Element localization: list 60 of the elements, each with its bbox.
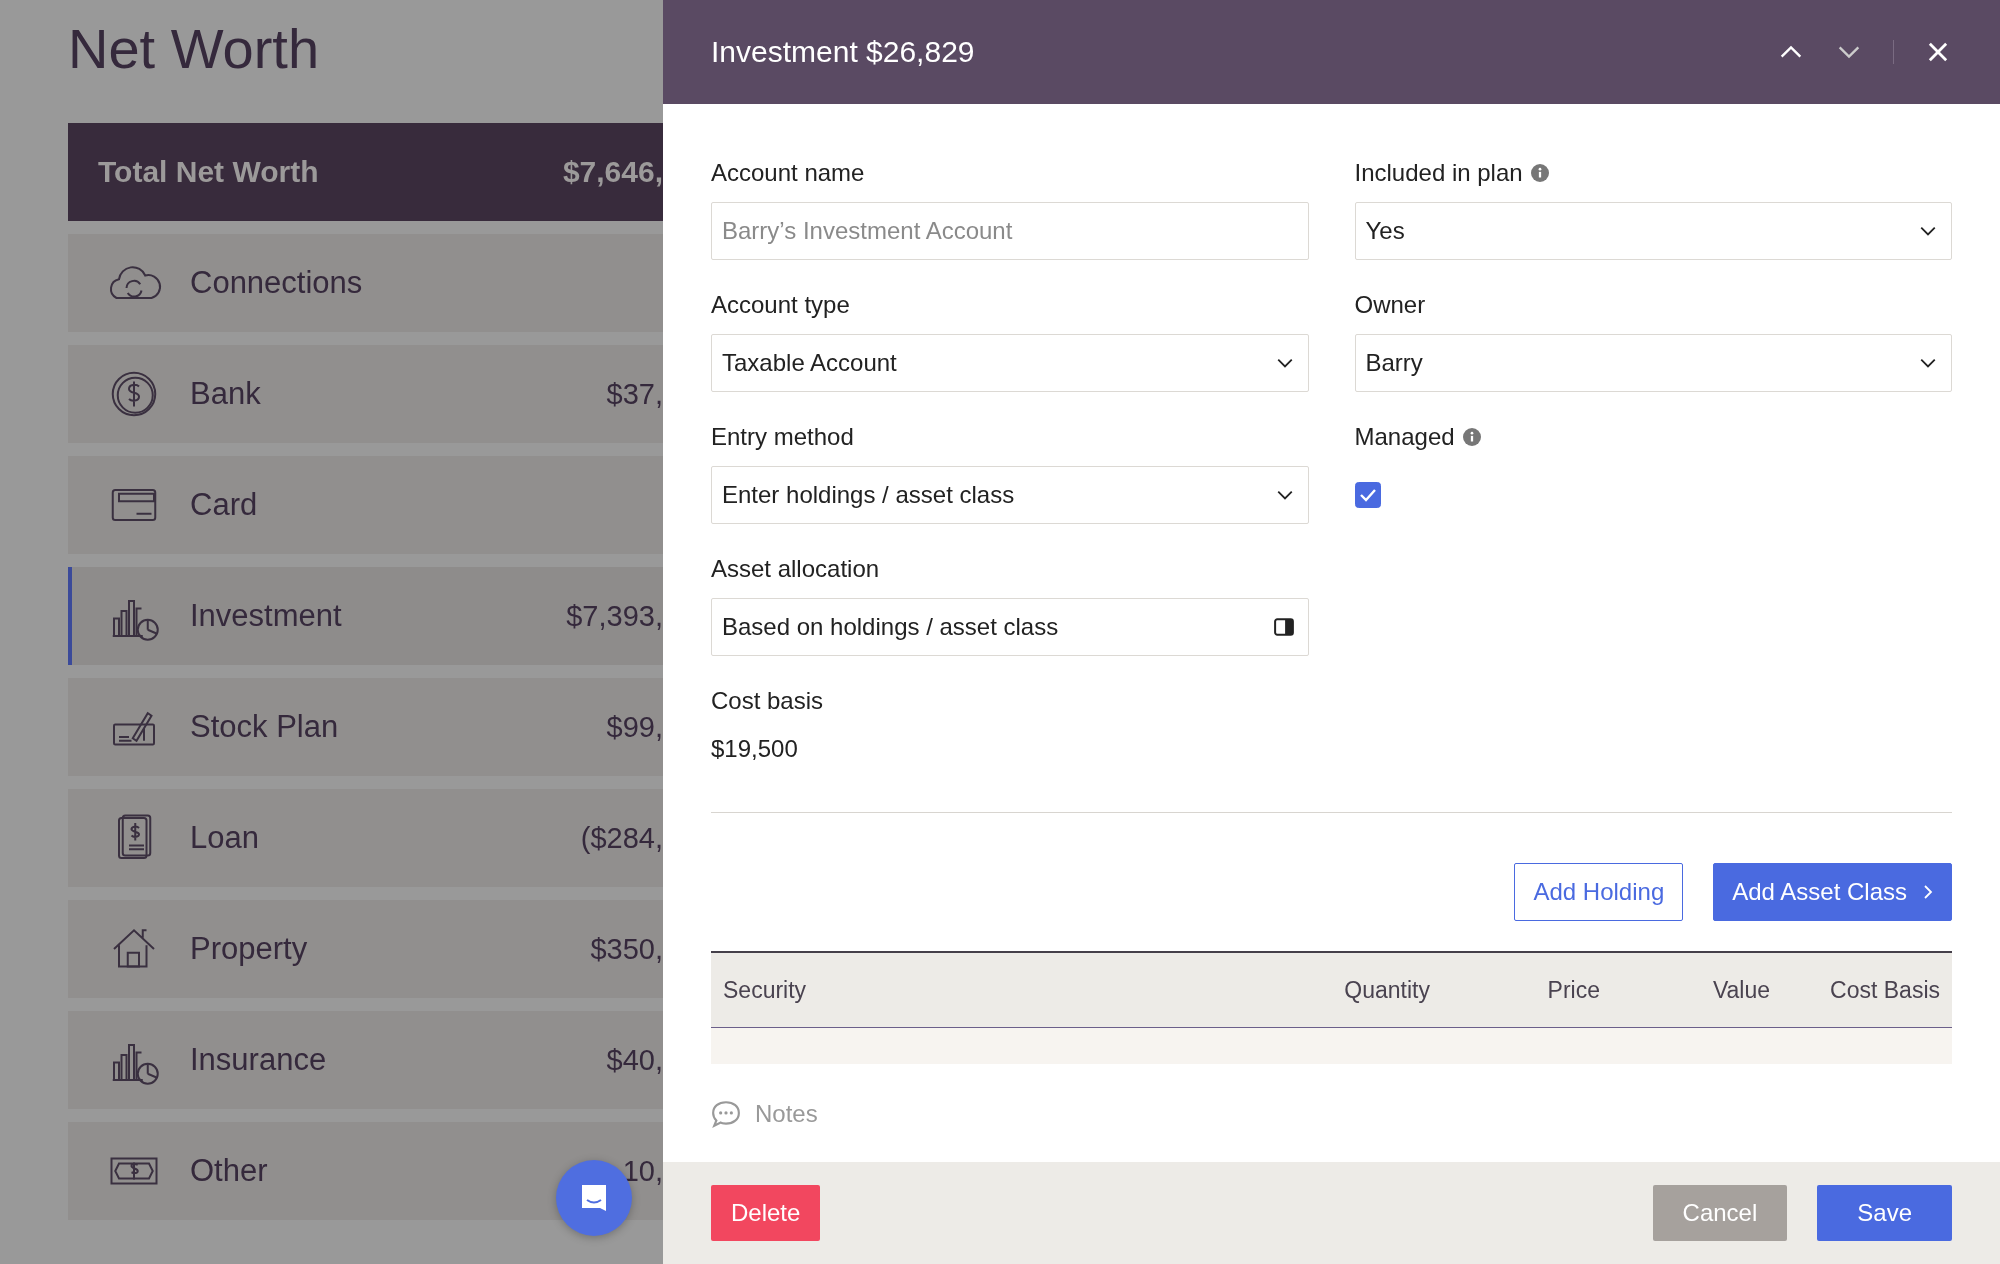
category-item[interactable]: Stock Plan $99, xyxy=(68,678,663,776)
column-header[interactable]: Price xyxy=(1430,976,1600,1004)
add-holding-button[interactable]: Add Holding xyxy=(1514,863,1684,921)
cost-basis-value: $19,500 xyxy=(711,734,799,764)
category-label: Insurance xyxy=(190,1042,328,1078)
column-header[interactable]: Security xyxy=(723,976,1260,1004)
category-label: Bank xyxy=(190,376,262,412)
category-value: 10, xyxy=(622,1154,663,1188)
category-item[interactable]: Card xyxy=(68,456,663,554)
drawer-title: Investment $26,829 xyxy=(711,35,975,69)
total-label: Total Net Worth xyxy=(98,155,319,189)
field-label: Cost basis xyxy=(711,686,825,716)
category-item[interactable]: Bank $37, xyxy=(68,345,663,443)
panel-icon xyxy=(1273,618,1294,636)
field-label: Account name xyxy=(711,158,866,188)
category-item[interactable]: Investment $7,393, xyxy=(68,567,663,665)
category-label: Card xyxy=(190,487,259,523)
category-item[interactable]: Property $350, xyxy=(68,900,663,998)
add-asset-class-button[interactable]: Add Asset Class xyxy=(1713,863,1952,921)
category-value: $99, xyxy=(606,710,663,744)
field-label: Owner xyxy=(1354,290,1426,320)
category-value: $40, xyxy=(606,1043,663,1077)
category-label: Property xyxy=(190,931,309,967)
column-header[interactable]: Value xyxy=(1600,976,1770,1004)
account-name-field[interactable]: Barry’s Investment Account xyxy=(711,202,1309,260)
category-item[interactable]: Other 10, xyxy=(68,1122,663,1220)
field-label: Account type xyxy=(711,290,851,320)
category-label: Connections xyxy=(190,265,364,301)
category-label: Other xyxy=(190,1153,269,1189)
select-field[interactable]: Taxable Account xyxy=(711,334,1309,392)
category-item[interactable]: Connections xyxy=(68,234,663,332)
field-label: Entry method xyxy=(711,422,855,452)
category-value: ($284, xyxy=(580,821,663,855)
info-icon[interactable] xyxy=(1462,428,1481,446)
info-icon[interactable] xyxy=(1530,164,1549,182)
select-field[interactable]: Enter holdings / asset class xyxy=(711,466,1309,524)
page-title: Net Worth xyxy=(68,16,321,82)
category-value: $350, xyxy=(590,932,663,966)
select-field[interactable]: Barry xyxy=(1354,334,1952,392)
field-label: Managed xyxy=(1354,422,1455,452)
category-value: $7,393, xyxy=(566,599,663,633)
save-button[interactable]: Save xyxy=(1817,1185,1952,1241)
category-item[interactable]: Insurance $40, xyxy=(68,1011,663,1109)
column-header[interactable]: Quantity xyxy=(1260,976,1430,1004)
total-value: $7,646, xyxy=(562,155,663,189)
notes-link[interactable]: Notes xyxy=(711,1100,818,1128)
category-label: Stock Plan xyxy=(190,709,340,745)
managed-checkbox[interactable] xyxy=(1354,482,1381,508)
delete-button[interactable]: Delete xyxy=(711,1185,821,1241)
field-label: Included in plan xyxy=(1354,158,1523,188)
category-item[interactable]: Loan ($284, xyxy=(68,789,663,887)
category-value: $37, xyxy=(606,377,663,411)
cancel-button[interactable]: Cancel xyxy=(1652,1185,1788,1241)
select-field[interactable]: Yes xyxy=(1354,202,1952,260)
category-label: Loan xyxy=(190,820,260,856)
field-label: Asset allocation xyxy=(711,554,881,584)
category-label: Investment xyxy=(190,598,343,634)
column-header[interactable]: Cost Basis xyxy=(1770,976,1940,1004)
speech-bubble-icon xyxy=(711,1100,741,1128)
asset-allocation-field[interactable]: Based on holdings / asset class xyxy=(711,598,1309,656)
